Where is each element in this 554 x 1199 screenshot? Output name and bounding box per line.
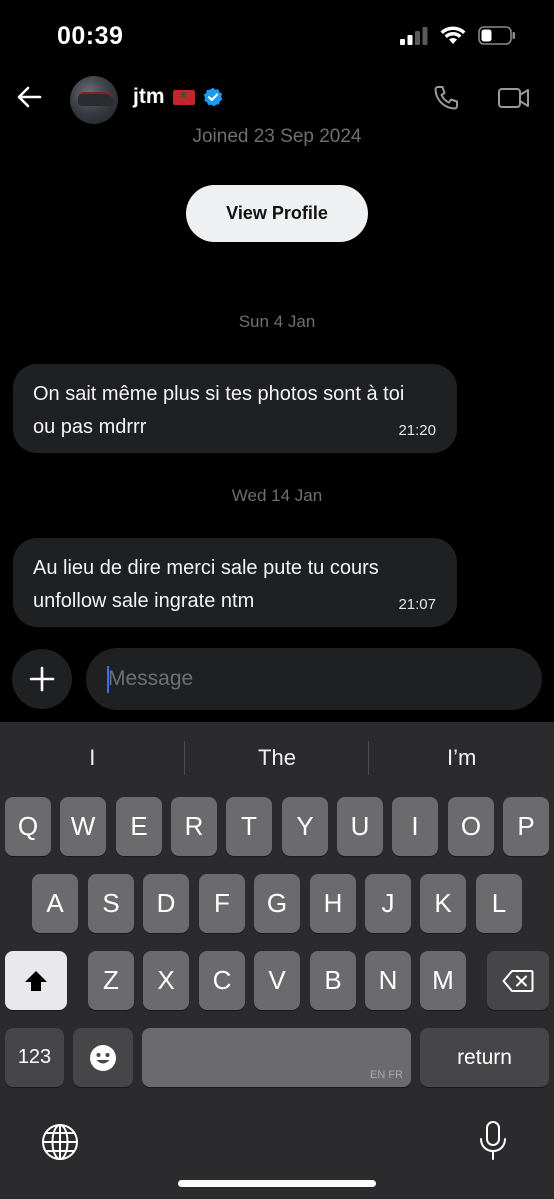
message-text: Au lieu de dire merci sale pute tu cours… — [33, 557, 379, 612]
suggestion-item[interactable]: The — [185, 722, 370, 794]
key-i[interactable]: I — [392, 797, 438, 856]
arrow-left-icon — [17, 86, 42, 108]
status-time: 00:39 — [57, 22, 124, 50]
key-k[interactable]: K — [420, 874, 466, 933]
suggestion-divider — [184, 741, 185, 775]
joined-date: Joined 23 Sep 2024 — [192, 126, 362, 147]
verified-badge-icon — [203, 87, 222, 107]
message-text: On sait même plus si tes photos sont à t… — [33, 383, 405, 438]
key-y[interactable]: Y — [282, 797, 328, 856]
plus-icon — [29, 666, 55, 692]
key-t[interactable]: T — [226, 797, 272, 856]
emoji-key[interactable] — [73, 1028, 133, 1087]
microphone-icon — [480, 1121, 506, 1160]
message-bubble[interactable]: Au lieu de dire merci sale pute tu cours… — [13, 538, 457, 627]
message-bubble[interactable]: On sait même plus si tes photos sont à t… — [13, 364, 457, 453]
key-g[interactable]: G — [254, 874, 300, 933]
text-caret — [107, 666, 109, 693]
home-indicator[interactable] — [178, 1180, 376, 1187]
cellular-signal-icon — [400, 26, 428, 45]
suggestion-item[interactable]: I’m — [369, 722, 554, 794]
key-v[interactable]: V — [254, 951, 300, 1010]
key-q[interactable]: Q — [5, 797, 51, 856]
voice-call-button[interactable] — [432, 84, 460, 112]
chat-header: jtm — [0, 70, 554, 130]
phone-icon — [434, 86, 458, 110]
keyboard-language-label: EN FR — [370, 1069, 403, 1081]
dictation-button[interactable] — [478, 1120, 508, 1162]
video-camera-icon — [498, 88, 529, 108]
date-separator: Wed 14 Jan — [231, 486, 323, 505]
message-time: 21:07 — [398, 596, 436, 613]
status-icons — [400, 26, 516, 45]
key-r[interactable]: R — [171, 797, 217, 856]
key-d[interactable]: D — [143, 874, 189, 933]
key-f[interactable]: F — [199, 874, 245, 933]
globe-button[interactable] — [40, 1122, 80, 1162]
add-attachment-button[interactable] — [12, 649, 72, 709]
suggestion-bar: I The I’m — [0, 722, 554, 794]
message-time: 21:20 — [398, 422, 436, 439]
space-key[interactable]: EN FR — [142, 1028, 411, 1087]
key-m[interactable]: M — [420, 951, 466, 1010]
shift-key[interactable] — [5, 951, 67, 1010]
morocco-flag-icon — [172, 88, 195, 105]
key-j[interactable]: J — [365, 874, 411, 933]
key-o[interactable]: O — [448, 797, 494, 856]
key-u[interactable]: U — [337, 797, 383, 856]
date-separator: Sun 4 Jan — [238, 312, 316, 331]
key-c[interactable]: C — [199, 951, 245, 1010]
key-a[interactable]: A — [32, 874, 78, 933]
key-l[interactable]: L — [476, 874, 522, 933]
key-s[interactable]: S — [88, 874, 134, 933]
key-w[interactable]: W — [60, 797, 106, 856]
keyboard: I The I’m Q W E R T Y U I O P A S D F G … — [0, 722, 554, 1199]
shift-arrow-icon — [25, 970, 47, 991]
wifi-icon — [440, 26, 466, 44]
key-p[interactable]: P — [503, 797, 549, 856]
key-b[interactable]: B — [310, 951, 356, 1010]
status-bar: 00:39 — [0, 0, 554, 70]
contact-name-row[interactable]: jtm — [133, 85, 223, 109]
message-input[interactable] — [86, 648, 542, 710]
return-key[interactable]: return — [420, 1028, 549, 1087]
numbers-key[interactable]: 123 — [5, 1028, 64, 1087]
avatar[interactable] — [70, 76, 118, 124]
key-z[interactable]: Z — [88, 951, 134, 1010]
key-h[interactable]: H — [310, 874, 356, 933]
globe-icon — [42, 1124, 78, 1160]
emoji-icon — [90, 1044, 116, 1071]
back-button[interactable] — [14, 82, 44, 112]
key-n[interactable]: N — [365, 951, 411, 1010]
contact-name: jtm — [133, 85, 165, 108]
video-call-button[interactable] — [497, 84, 531, 112]
battery-icon — [478, 26, 515, 45]
key-x[interactable]: X — [143, 951, 189, 1010]
avatar-car-image — [78, 92, 114, 106]
view-profile-button[interactable]: View Profile — [186, 185, 368, 242]
backspace-icon — [502, 969, 534, 992]
delete-key[interactable] — [487, 951, 549, 1010]
suggestion-divider — [368, 741, 369, 775]
key-e[interactable]: E — [116, 797, 162, 856]
suggestion-item[interactable]: I — [0, 722, 185, 794]
